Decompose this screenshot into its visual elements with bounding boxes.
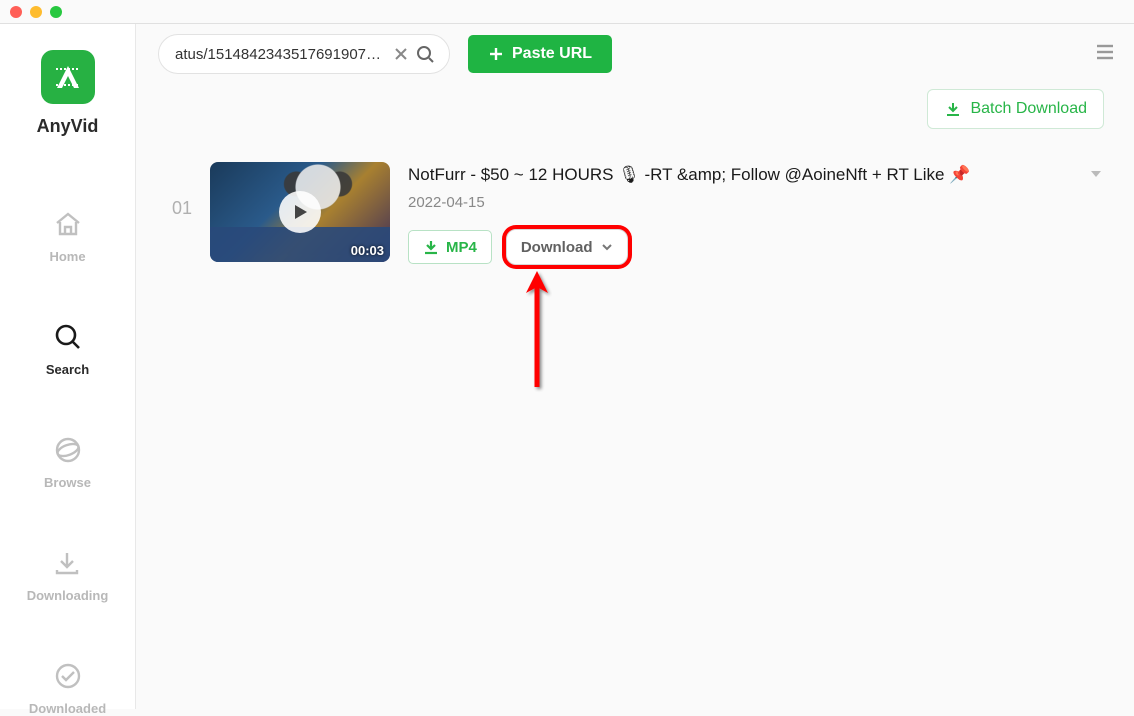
play-icon bbox=[279, 191, 321, 233]
sidebar-item-label: Search bbox=[46, 362, 89, 377]
search-input[interactable] bbox=[175, 46, 389, 63]
expand-caret-icon[interactable] bbox=[1088, 166, 1104, 187]
batch-download-button[interactable]: Batch Download bbox=[927, 89, 1104, 129]
sidebar-item-home[interactable]: Home bbox=[49, 207, 85, 264]
result-duration: 00:03 bbox=[351, 243, 384, 258]
main-panel: Paste URL Batch Download 01 bbox=[136, 24, 1134, 709]
home-icon bbox=[51, 207, 85, 241]
topbar: Paste URL bbox=[136, 24, 1134, 84]
sidebar-item-search[interactable]: Search bbox=[46, 320, 89, 377]
result-thumbnail[interactable]: 00:03 bbox=[210, 162, 390, 262]
plus-icon bbox=[488, 46, 504, 62]
window-maximize-button[interactable] bbox=[50, 6, 62, 18]
mp4-download-button[interactable]: MP4 bbox=[408, 230, 492, 264]
download-icon bbox=[944, 100, 962, 118]
result-row: 01 00:03 NotFurr - $50 ~ 12 HOURS 🎙 -RT … bbox=[166, 162, 1104, 265]
download-dropdown-label: Download bbox=[521, 239, 593, 256]
download-icon bbox=[50, 546, 84, 580]
sidebar-item-label: Browse bbox=[44, 475, 91, 490]
clear-icon[interactable] bbox=[389, 42, 413, 66]
sidebar-item-browse[interactable]: Browse bbox=[44, 433, 91, 490]
check-circle-icon bbox=[51, 659, 85, 693]
sidebar-item-downloaded[interactable]: Downloaded bbox=[29, 659, 106, 716]
app-name: AnyVid bbox=[37, 116, 99, 137]
sidebar-item-label: Downloading bbox=[27, 588, 109, 603]
annotation-arrow bbox=[522, 269, 552, 399]
app-logo-icon bbox=[41, 50, 95, 104]
toolbar: Batch Download bbox=[136, 84, 1134, 134]
menu-icon[interactable] bbox=[1094, 41, 1116, 68]
globe-icon bbox=[51, 433, 85, 467]
sidebar-item-downloading[interactable]: Downloading bbox=[27, 546, 109, 603]
paste-url-button[interactable]: Paste URL bbox=[468, 35, 612, 73]
download-icon bbox=[423, 239, 439, 255]
result-title: NotFurr - $50 ~ 12 HOURS 🎙 -RT &amp; Fol… bbox=[408, 164, 1104, 186]
search-field-wrap bbox=[158, 34, 450, 74]
download-dropdown-button[interactable]: Download bbox=[506, 229, 628, 265]
paste-url-label: Paste URL bbox=[512, 45, 592, 63]
search-icon[interactable] bbox=[413, 42, 437, 66]
result-date: 2022-04-15 bbox=[408, 194, 1104, 211]
mp4-label: MP4 bbox=[446, 239, 477, 256]
window-close-button[interactable] bbox=[10, 6, 22, 18]
window-titlebar bbox=[0, 0, 1134, 24]
result-index: 01 bbox=[166, 162, 192, 219]
window-minimize-button[interactable] bbox=[30, 6, 42, 18]
batch-download-label: Batch Download bbox=[970, 100, 1087, 118]
sidebar: AnyVid Home bbox=[0, 24, 136, 709]
chevron-down-icon bbox=[601, 241, 613, 253]
sidebar-item-label: Home bbox=[49, 249, 85, 264]
search-icon bbox=[51, 320, 85, 354]
